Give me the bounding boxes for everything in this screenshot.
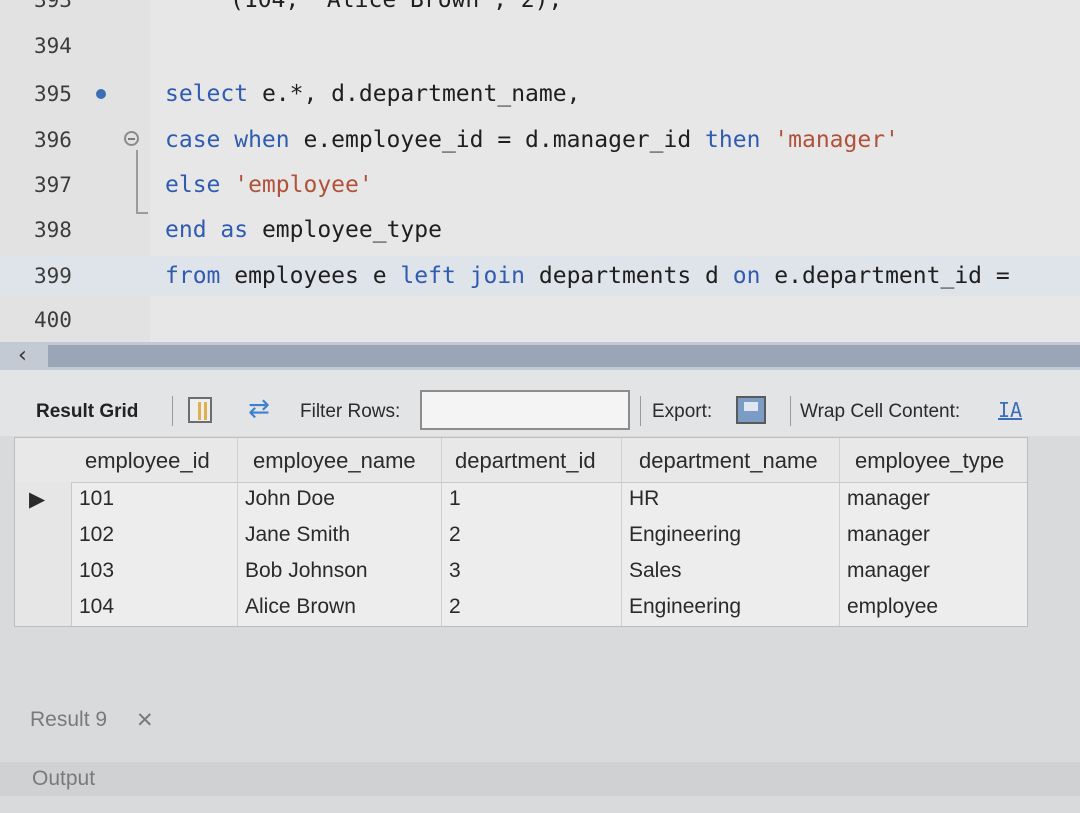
- code-line[interactable]: 400: [0, 300, 1080, 340]
- fold-guide-end: [136, 212, 148, 214]
- column-divider: [621, 438, 622, 626]
- column-header[interactable]: employee_type: [855, 448, 1004, 474]
- code-line[interactable]: 393 (104, 'Alice Brown', 2);: [0, 0, 1080, 20]
- table-row[interactable]: ▶ 101 John Doe 1 HR manager: [15, 482, 1027, 518]
- filter-rows-input[interactable]: [420, 390, 630, 430]
- toolbar-divider: [640, 396, 641, 426]
- cell[interactable]: 104: [79, 595, 114, 619]
- cell[interactable]: 103: [79, 559, 114, 583]
- column-divider: [839, 438, 840, 626]
- output-tab[interactable]: Output: [32, 767, 95, 791]
- code-text: case when e.employee_id = d.manager_id t…: [165, 127, 899, 153]
- cell[interactable]: Alice Brown: [245, 595, 356, 619]
- scrollbar-thumb[interactable]: [48, 345, 1080, 367]
- result-grid-tab[interactable]: Result Grid: [36, 401, 138, 423]
- cell[interactable]: 3: [449, 559, 461, 583]
- code-text: from employees e left join departments d…: [165, 263, 1010, 289]
- column-header[interactable]: employee_name: [253, 448, 416, 474]
- fold-guide: [136, 150, 138, 214]
- cell[interactable]: Engineering: [629, 595, 741, 619]
- output-panel-bar: Output: [0, 762, 1080, 796]
- wrap-cell-label: Wrap Cell Content:: [800, 401, 961, 422]
- line-number: 396: [34, 128, 72, 152]
- cell[interactable]: manager: [847, 487, 930, 511]
- grid-header: employee_id employee_name department_id …: [15, 438, 1027, 483]
- line-number: 395: [34, 82, 72, 106]
- column-header[interactable]: department_name: [639, 448, 818, 474]
- filter-rows-label: Filter Rows:: [300, 401, 401, 422]
- wrap-cell-icon[interactable]: IA: [998, 398, 1022, 422]
- sql-editor[interactable]: 393 (104, 'Alice Brown', 2); 394 395 sel…: [0, 0, 1080, 342]
- table-row[interactable]: 104 Alice Brown 2 Engineering employee: [15, 590, 1027, 626]
- result-grid[interactable]: employee_id employee_name department_id …: [14, 437, 1028, 627]
- line-number: 397: [34, 173, 72, 197]
- line-number: 400: [34, 308, 72, 332]
- code-line[interactable]: 394: [0, 26, 1080, 66]
- cell[interactable]: Bob Johnson: [245, 559, 368, 583]
- result-tab[interactable]: Result 9: [30, 708, 107, 732]
- fold-collapse-icon[interactable]: [124, 131, 139, 146]
- statement-marker-icon: [96, 89, 106, 99]
- close-tab-icon[interactable]: ✕: [136, 708, 154, 732]
- line-number: 394: [34, 34, 72, 58]
- column-header[interactable]: department_id: [455, 448, 596, 474]
- cell[interactable]: manager: [847, 523, 930, 547]
- cell[interactable]: employee: [847, 595, 938, 619]
- code-line[interactable]: 397 else 'employee': [0, 165, 1080, 205]
- toolbar-divider: [790, 396, 791, 426]
- scroll-left-icon[interactable]: ‹: [18, 342, 27, 370]
- cell[interactable]: Jane Smith: [245, 523, 350, 547]
- line-number: 399: [34, 264, 72, 288]
- code-line[interactable]: 398 end as employee_type: [0, 210, 1080, 250]
- code-line-current[interactable]: 399 from employees e left join departmen…: [0, 256, 1080, 296]
- current-row-icon: ▶: [29, 487, 46, 511]
- code-text: end as employee_type: [165, 217, 442, 243]
- cell[interactable]: Sales: [629, 559, 682, 583]
- cell[interactable]: manager: [847, 559, 930, 583]
- grid-view-icon[interactable]: [188, 397, 212, 423]
- cell[interactable]: 102: [79, 523, 114, 547]
- column-divider: [237, 438, 238, 626]
- line-number: 398: [34, 218, 72, 242]
- refresh-icon[interactable]: ⇄: [248, 394, 270, 424]
- export-label: Export:: [652, 401, 713, 422]
- cell[interactable]: Engineering: [629, 523, 741, 547]
- toolbar-divider: [172, 396, 173, 426]
- code-line[interactable]: 396 case when e.employee_id = d.manager_…: [0, 120, 1080, 160]
- result-toolbar: Result Grid ⇄ Filter Rows: Export: Wrap …: [0, 370, 1080, 436]
- table-row[interactable]: 103 Bob Johnson 3 Sales manager: [15, 554, 1027, 590]
- code-line[interactable]: 395 select e.*, d.department_name,: [0, 74, 1080, 114]
- code-text: else 'employee': [165, 172, 373, 198]
- cell[interactable]: 2: [449, 595, 461, 619]
- cell[interactable]: John Doe: [245, 487, 335, 511]
- column-divider: [441, 438, 442, 626]
- table-row[interactable]: 102 Jane Smith 2 Engineering manager: [15, 518, 1027, 554]
- code-text: select e.*, d.department_name,: [165, 81, 581, 107]
- horizontal-scrollbar[interactable]: ‹: [0, 342, 1080, 370]
- code-text: (104, 'Alice Brown', 2);: [230, 0, 563, 13]
- cell[interactable]: 1: [449, 487, 461, 511]
- cell[interactable]: 101: [79, 487, 114, 511]
- cell[interactable]: HR: [629, 487, 659, 511]
- column-header[interactable]: employee_id: [85, 448, 210, 474]
- export-save-icon[interactable]: [736, 396, 766, 424]
- cell[interactable]: 2: [449, 523, 461, 547]
- line-number: 393: [34, 0, 72, 12]
